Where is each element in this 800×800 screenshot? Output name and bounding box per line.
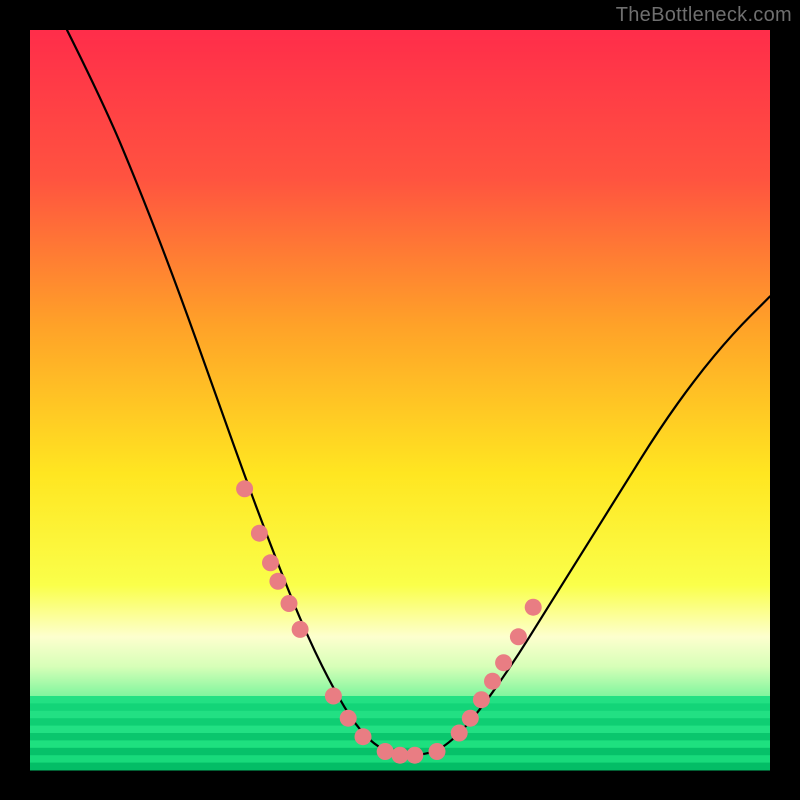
data-dot xyxy=(377,743,394,760)
chart-stage: TheBottleneck.com xyxy=(0,0,800,800)
data-dot xyxy=(292,621,309,638)
data-dot xyxy=(484,673,501,690)
data-dot xyxy=(429,743,446,760)
watermark-label: TheBottleneck.com xyxy=(616,4,792,27)
plot-background xyxy=(30,30,770,770)
data-dot xyxy=(525,599,542,616)
green-band xyxy=(30,696,770,704)
data-dot xyxy=(406,747,423,764)
data-dot xyxy=(281,595,298,612)
data-dot xyxy=(355,728,372,745)
data-dot xyxy=(236,480,253,497)
data-dot xyxy=(251,525,268,542)
data-dot xyxy=(495,654,512,671)
data-dot xyxy=(269,573,286,590)
data-dot xyxy=(262,554,279,571)
data-dot xyxy=(451,725,468,742)
bottleneck-chart xyxy=(0,0,800,800)
green-band xyxy=(30,763,770,771)
data-dot xyxy=(325,688,342,705)
data-dot xyxy=(473,691,490,708)
green-band xyxy=(30,711,770,719)
green-band xyxy=(30,726,770,734)
data-dot xyxy=(510,628,527,645)
green-band xyxy=(30,703,770,711)
green-band xyxy=(30,733,770,741)
data-dot xyxy=(340,710,357,727)
green-band xyxy=(30,718,770,726)
data-dot xyxy=(392,747,409,764)
data-dot xyxy=(462,710,479,727)
